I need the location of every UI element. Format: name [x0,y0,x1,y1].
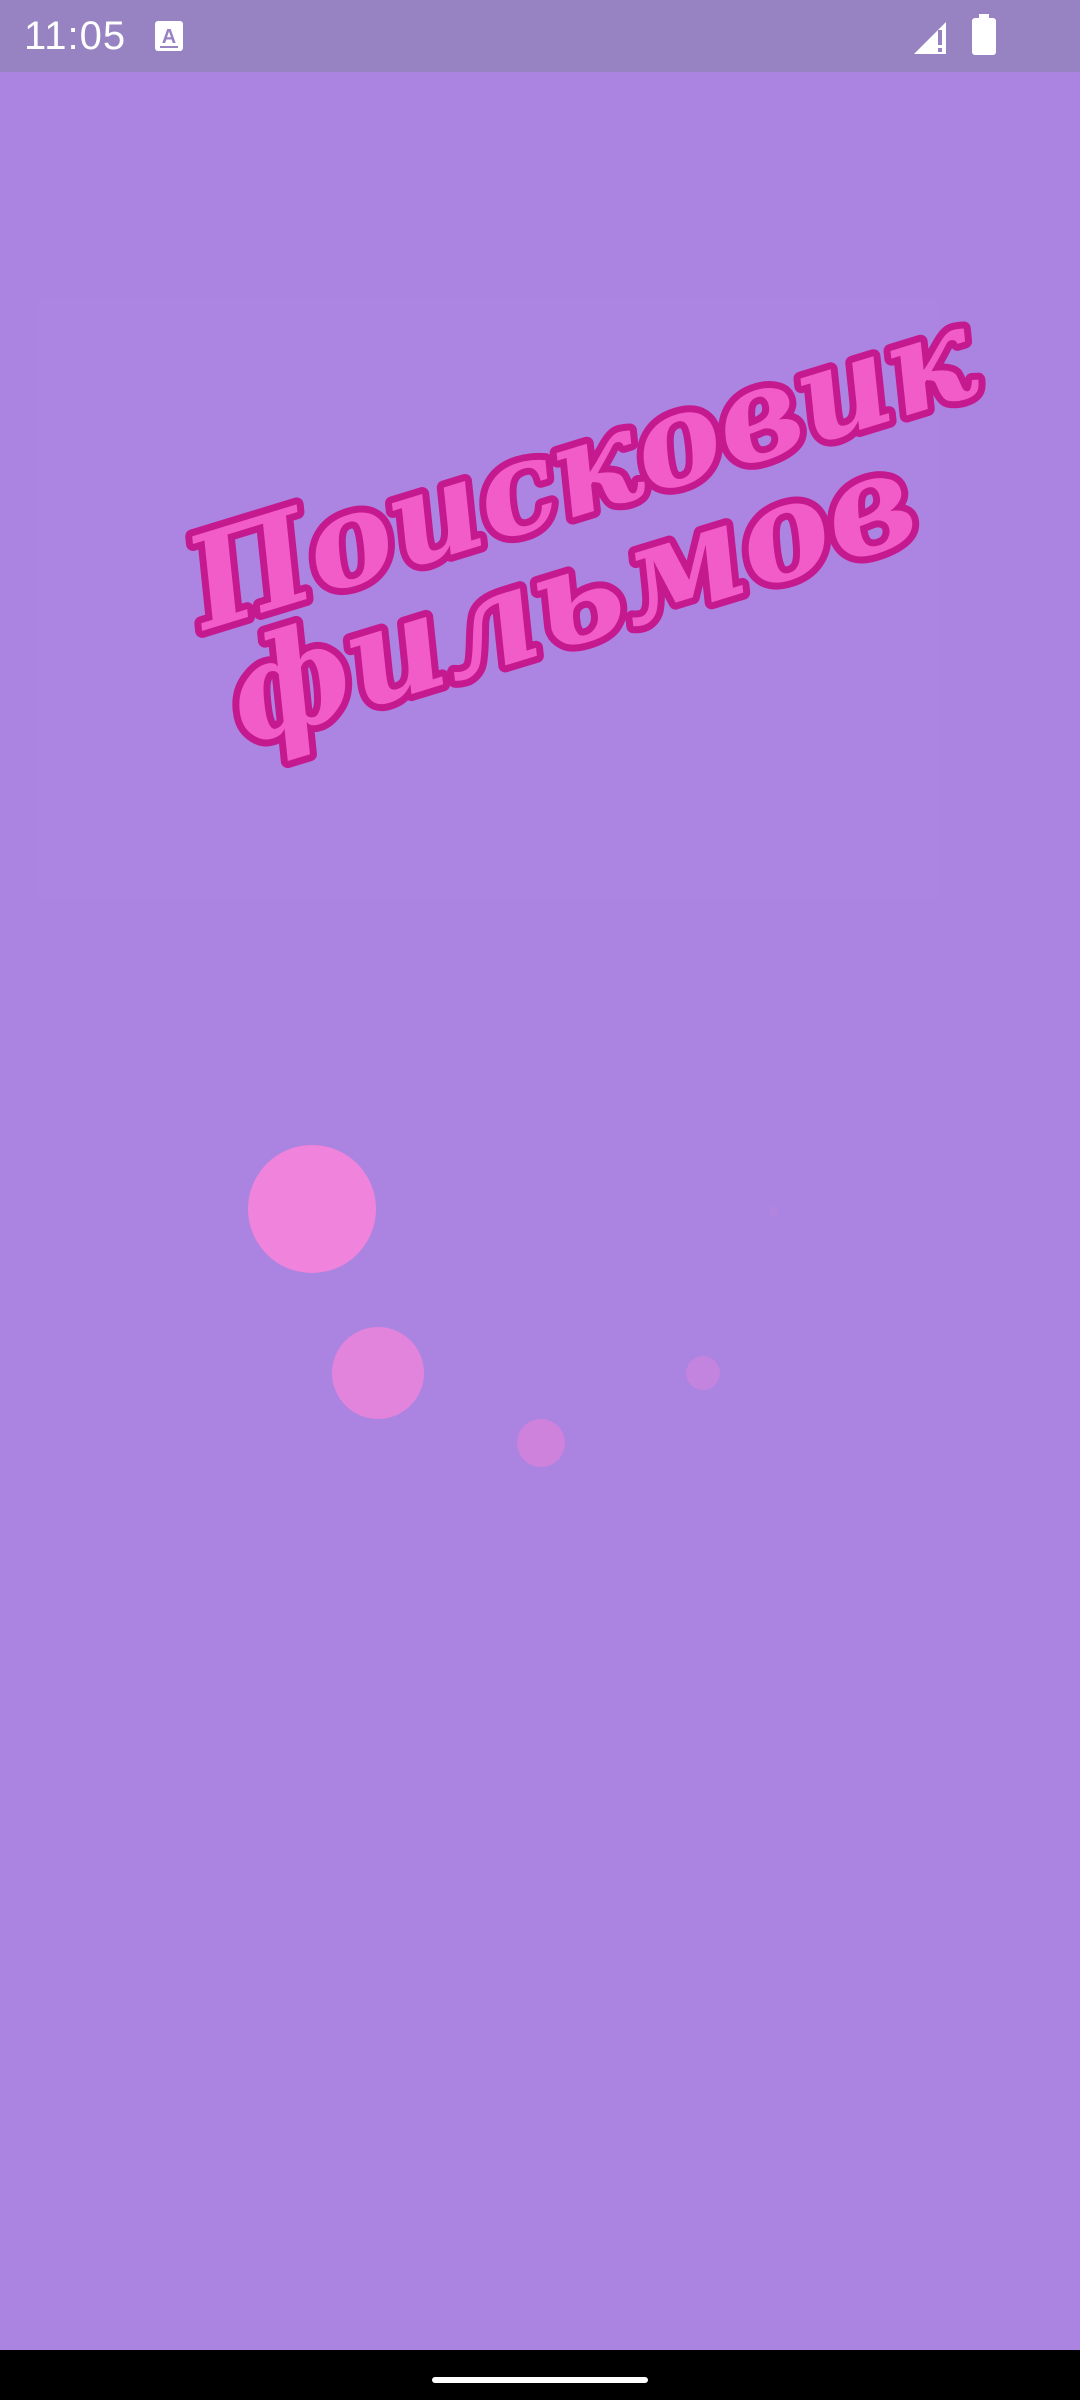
loading-bubble [686,1356,720,1390]
navigation-bar [0,2350,1080,2400]
splash-screen: 11:05 A Поисковик фильмов [0,0,1080,2400]
gesture-handle-icon[interactable] [432,2377,648,2383]
loading-bubble [248,1145,376,1273]
loading-bubble [332,1327,424,1419]
app-logo: Поисковик фильмов [160,271,1000,783]
loading-bubble [517,1419,565,1467]
loading-bubble [769,1206,779,1216]
